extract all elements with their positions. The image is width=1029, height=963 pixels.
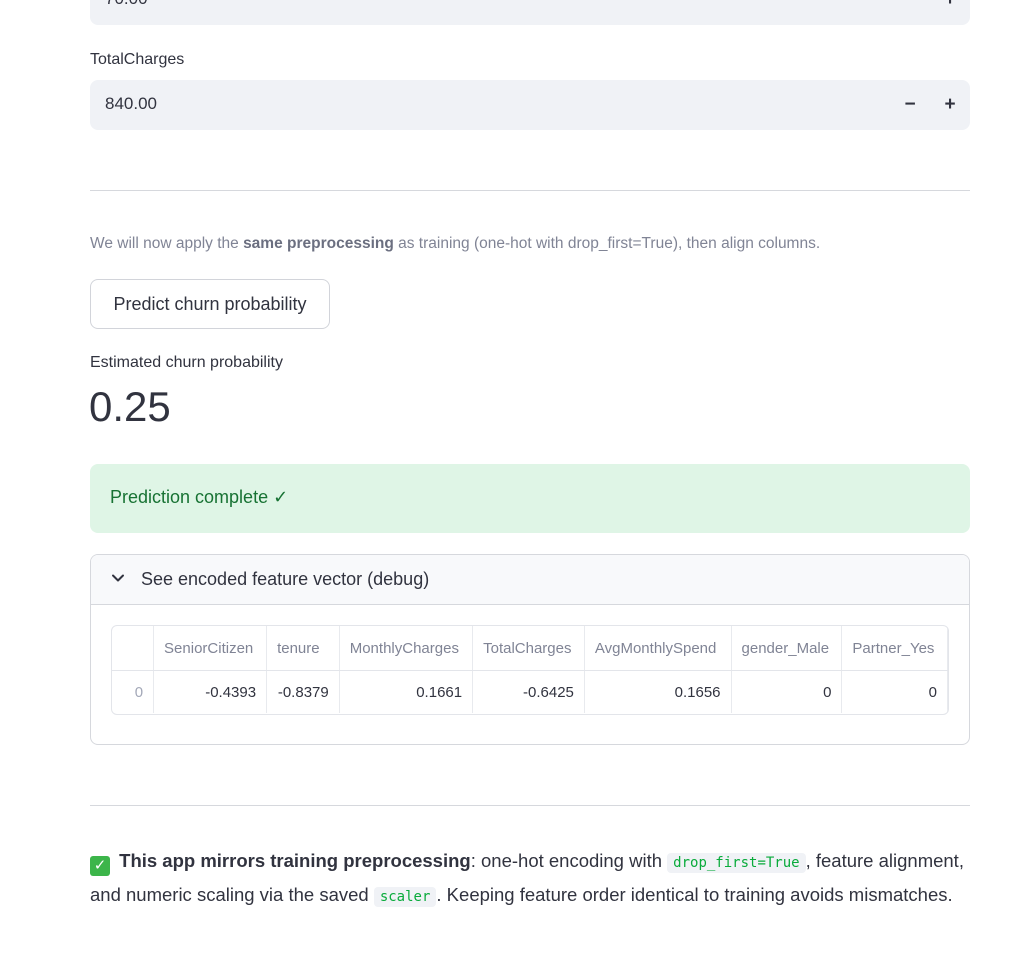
preprocessing-caption: We will now apply the same preprocessing… — [90, 235, 820, 253]
column-header[interactable]: gender_Male — [731, 626, 843, 671]
table-cell[interactable]: 0.1656 — [584, 670, 732, 713]
table-cell[interactable]: -0.8379 — [266, 670, 340, 713]
table-cell[interactable]: -0.6425 — [472, 670, 585, 713]
success-text: Prediction complete ✓ — [110, 487, 289, 507]
footer-note: ✓ This app mirrors training preprocessin… — [90, 845, 970, 913]
predict-churn-button[interactable]: Predict churn probability — [90, 279, 330, 329]
table-header-row: SeniorCitizen tenure MonthlyCharges Tota… — [112, 626, 948, 671]
column-header[interactable]: TotalCharges — [472, 626, 585, 671]
column-header[interactable]: Partner_Yes — [841, 626, 948, 671]
row-index[interactable]: 0 — [112, 670, 155, 713]
metric-value: 0.25 — [89, 383, 171, 430]
metric-label: Estimated churn probability — [90, 354, 283, 371]
expander-title: See encoded feature vector (debug) — [141, 569, 430, 589]
monthly-charges-input[interactable]: 70.00 − + — [90, 0, 970, 25]
check-mark-button-icon: ✓ — [90, 856, 110, 876]
table-cell[interactable]: -0.4393 — [153, 670, 268, 713]
divider — [90, 190, 970, 191]
column-header[interactable]: SeniorCitizen — [153, 626, 268, 671]
divider — [90, 805, 970, 806]
footer-text: . Keeping feature order identical to tra… — [436, 884, 953, 905]
total-charges-value[interactable]: 840.00 — [105, 94, 157, 114]
table-cell[interactable]: 0 — [841, 670, 948, 713]
table-cell[interactable]: 0.1661 — [339, 670, 474, 713]
table-row: 0 -0.4393 -0.8379 0.1661 -0.6425 0.1656 … — [112, 670, 948, 713]
column-header[interactable]: MonthlyCharges — [339, 626, 474, 671]
caption-suffix: as training (one-hot with drop_first=Tru… — [393, 235, 821, 252]
footer-bold: This app mirrors training preprocessing — [119, 850, 471, 871]
caption-bold: same preprocessing — [243, 235, 394, 252]
column-header[interactable]: AvgMonthlySpend — [584, 626, 732, 671]
inline-code: scaler — [373, 887, 437, 907]
table-cell[interactable]: 0 — [731, 670, 843, 713]
success-alert: Prediction complete ✓ — [90, 464, 970, 533]
total-charges-label: TotalCharges — [90, 51, 185, 68]
chevron-down-icon — [112, 574, 124, 582]
inline-code: drop_first=True — [667, 853, 806, 873]
column-header[interactable]: tenure — [266, 626, 340, 671]
caption-prefix: We will now apply the — [90, 235, 244, 252]
debug-expander: See encoded feature vector (debug) Senio… — [90, 554, 970, 745]
footer-text: : one-hot encoding with — [470, 850, 668, 871]
total-charges-increment-button[interactable]: + — [936, 91, 964, 119]
total-charges-input[interactable]: 840.00 − + — [90, 80, 970, 130]
total-charges-decrement-button[interactable]: − — [896, 91, 924, 119]
feature-dataframe[interactable]: SeniorCitizen tenure MonthlyCharges Tota… — [111, 625, 949, 715]
expander-header[interactable]: See encoded feature vector (debug) — [91, 555, 969, 605]
monthly-charges-decrement-button[interactable]: − — [896, 0, 924, 14]
monthly-charges-value: 70.00 — [105, 0, 148, 9]
column-header[interactable] — [112, 626, 155, 671]
monthly-charges-increment-button[interactable]: + — [936, 0, 964, 14]
